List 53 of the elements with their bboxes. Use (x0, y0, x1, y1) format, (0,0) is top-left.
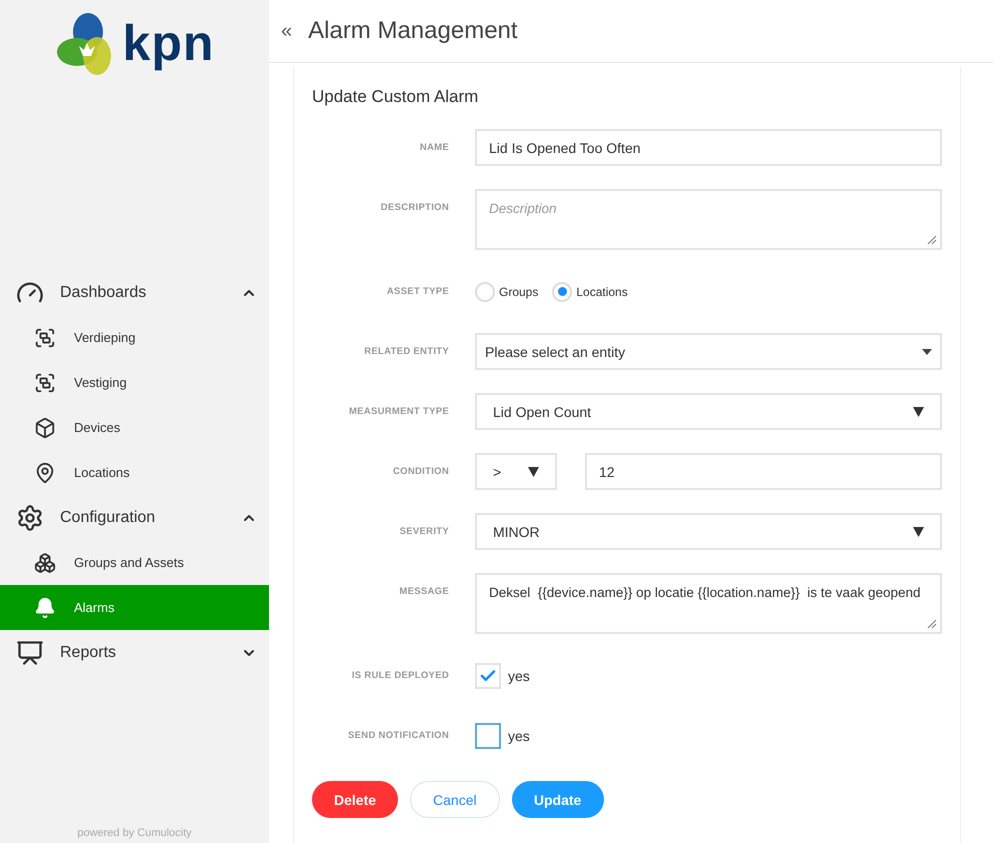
sidebar-item[interactable]: Verdieping (0, 315, 269, 360)
bell-icon (34, 596, 56, 618)
field-label: NAME (418, 141, 449, 153)
field-label: DESCRIPTION (380, 201, 449, 213)
group-icon (34, 326, 56, 348)
map-pin-icon (34, 462, 56, 484)
checkbox-label: yes (508, 728, 530, 744)
sidebar-item[interactable]: Vestiging (0, 360, 269, 405)
resize-grip-icon[interactable] (927, 619, 937, 629)
select-dropdown[interactable]: MINOR (475, 513, 942, 550)
logo-wordmark: kpn (122, 18, 214, 68)
sidebar-section[interactable]: Reports (0, 630, 269, 675)
page-title: Alarm Management (308, 17, 518, 45)
checkbox[interactable] (475, 722, 501, 748)
collapse-sidebar-button[interactable]: « (279, 20, 294, 42)
checkbox-label: yes (508, 668, 530, 684)
select-dropdown[interactable]: Please select an entity (475, 333, 942, 370)
field-label: IS RULE DEPLOYED (350, 669, 449, 681)
value-input-field[interactable]: 12 (585, 453, 942, 490)
radio-label: Locations (576, 284, 628, 298)
delete-button[interactable]: Delete (312, 781, 398, 818)
presentation-board-icon (16, 638, 44, 666)
radio-label: Groups (499, 284, 538, 298)
field-label: SEVERITY (398, 525, 449, 537)
message-textarea[interactable]: Deksel {{device.name}} op locatie {{location.name}} is te vaak geopend (475, 573, 942, 634)
group-icon (34, 372, 56, 394)
caret-icon (913, 526, 924, 537)
radio-button[interactable] (552, 282, 572, 302)
field-label: ASSET TYPE (386, 285, 449, 297)
sidebar-item[interactable]: Alarms (0, 585, 269, 630)
sidebar-section[interactable]: Dashboards (0, 270, 269, 315)
field-label: MEASURMENT TYPE (348, 405, 449, 417)
sidebar-item[interactable]: Groups and Assets (0, 540, 269, 585)
caret-icon (528, 466, 539, 477)
select-dropdown[interactable]: Lid Open Count (475, 393, 942, 430)
cubes-icon (34, 552, 56, 574)
field-label: SEND NOTIFICATION (347, 729, 449, 741)
resize-grip-icon[interactable] (927, 235, 937, 245)
field-label: CONDITION (392, 465, 449, 477)
caret-icon (922, 348, 932, 354)
sidebar-item[interactable]: Devices (0, 405, 269, 450)
footer-text: powered by Cumulocity (76, 827, 193, 841)
operator-dropdown[interactable]: > (475, 453, 557, 490)
field-label: MESSAGE (398, 585, 449, 597)
sidebar-item[interactable]: Locations (0, 450, 269, 495)
caret-icon (913, 406, 924, 417)
radio-button[interactable] (475, 282, 495, 302)
device-icon (34, 416, 56, 438)
name-input-field[interactable]: Lid Is Opened Too Often (475, 129, 942, 166)
gears-icon (16, 504, 44, 532)
field-label: RELATED ENTITY (363, 345, 449, 357)
form-title: Update Custom Alarm (312, 87, 480, 107)
sidebar-section[interactable]: Configuration (0, 495, 269, 540)
